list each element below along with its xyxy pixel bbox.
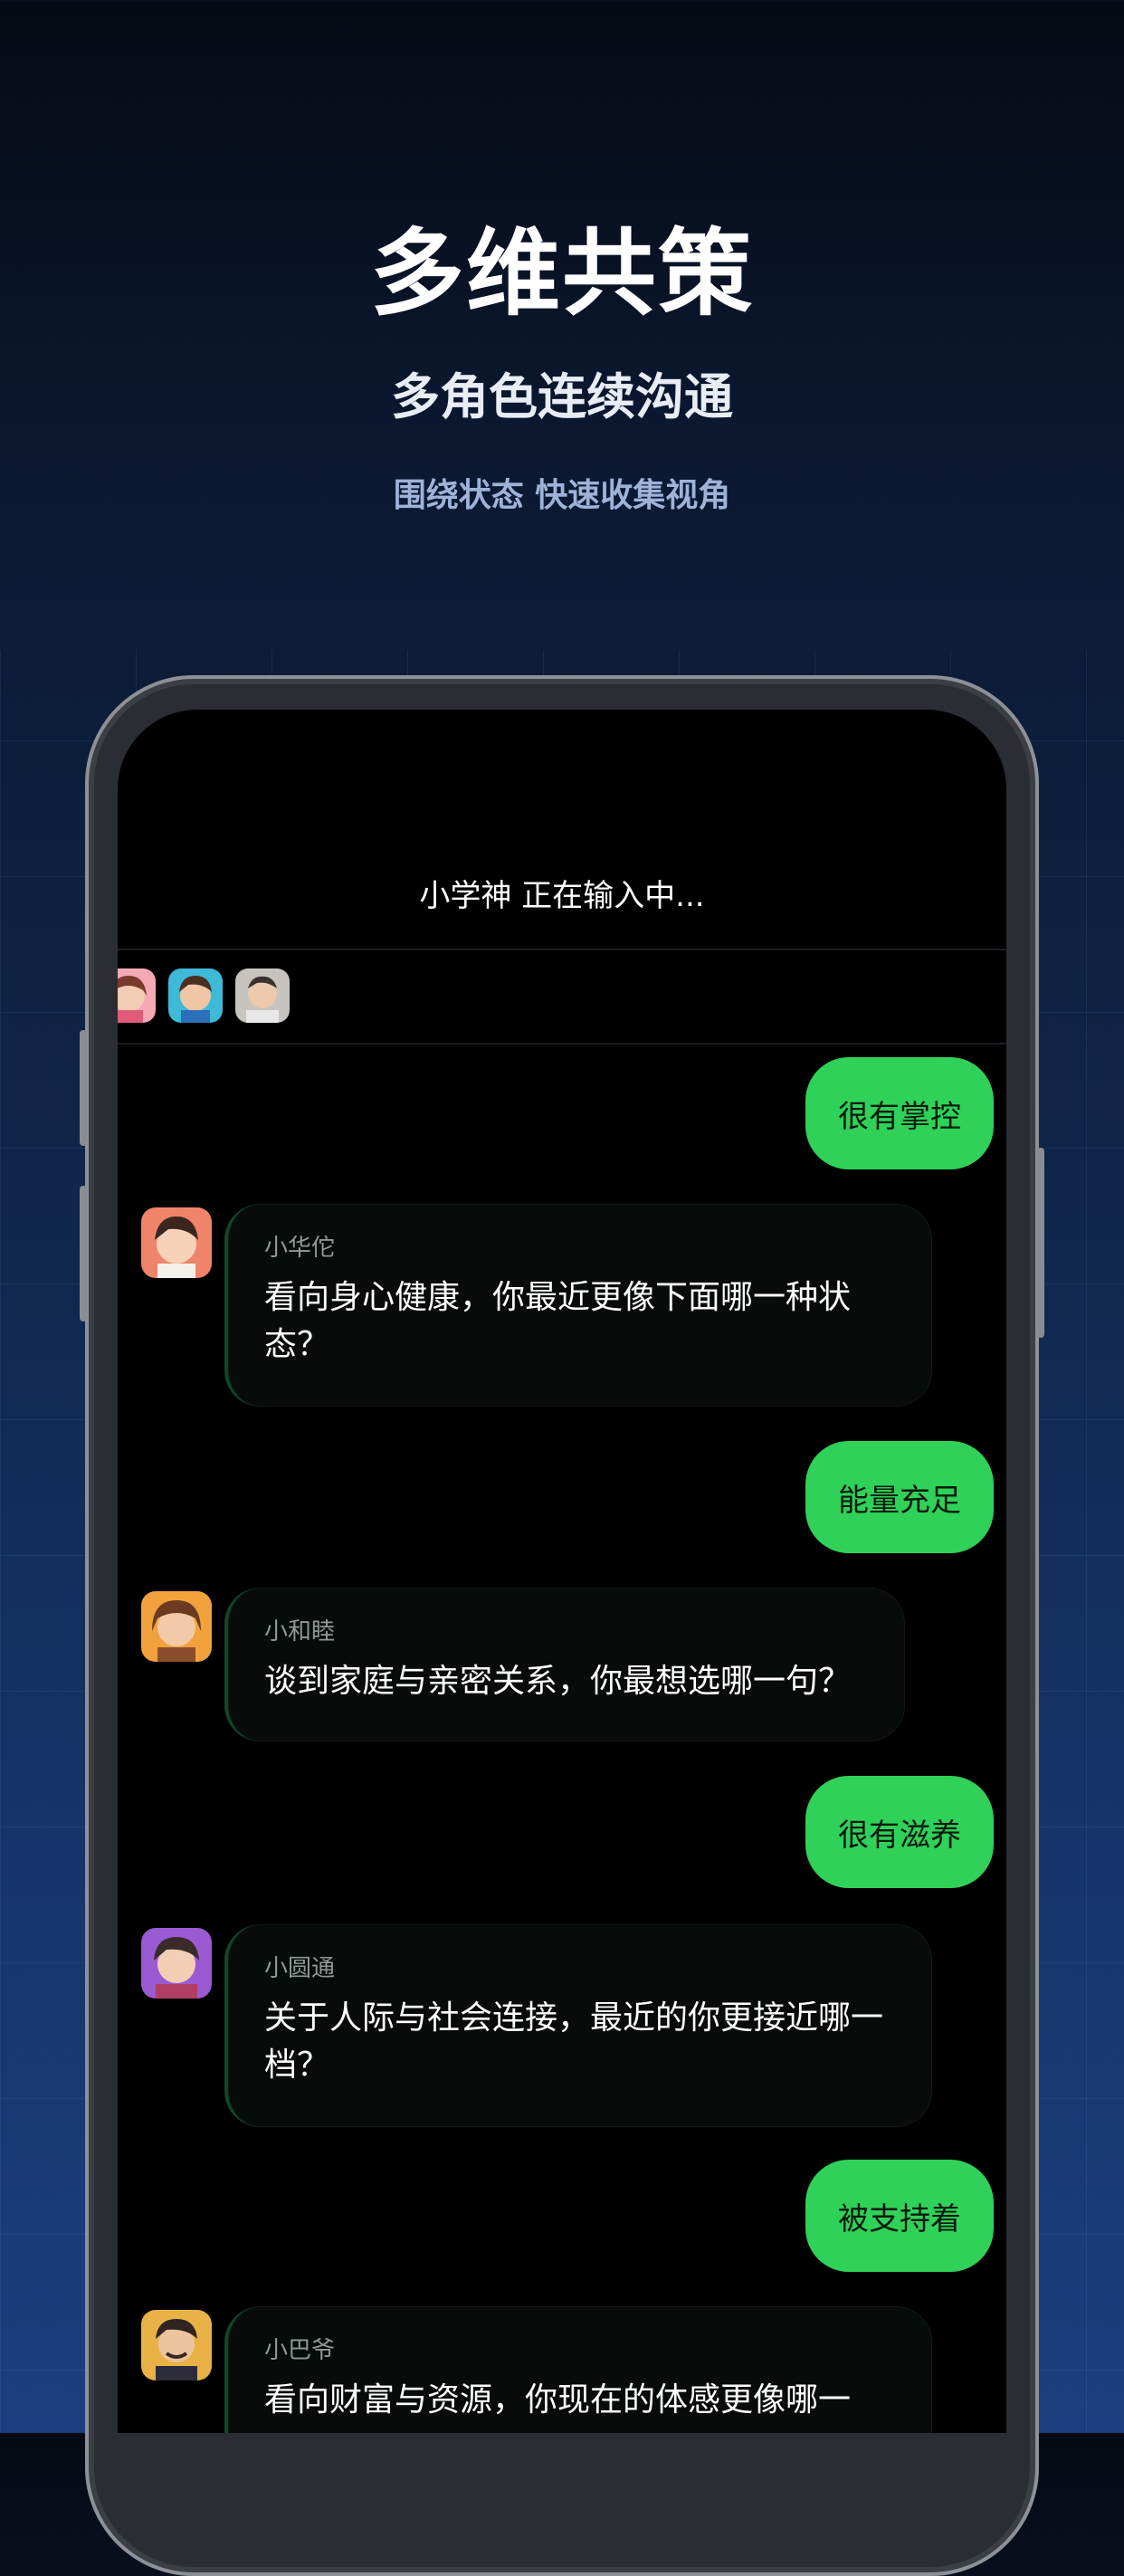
agent-message-bubble: 小巴爷 看向财富与资源，你现在的体感更像哪一 [224, 2306, 932, 2433]
phone-side-button [80, 1186, 87, 1321]
agent-message-bubble: 小华佗 看向身心健康，你最近更像下面哪一种状态？ [224, 1204, 932, 1407]
agent-message-bubble: 小圆通 关于人际与社会连接，最近的你更接近哪一档？ [224, 1924, 932, 2127]
avatar-baye-icon[interactable] [141, 2310, 212, 2380]
agent-name: 小圆通 [264, 1955, 336, 1982]
hero-subtitle: 多角色连续沟通 [391, 368, 733, 425]
phone-side-button [80, 1030, 87, 1146]
avatar-girl-icon[interactable] [118, 968, 156, 1023]
agent-name: 小和睦 [264, 1618, 336, 1646]
avatar-hemu-icon[interactable] [141, 1591, 212, 1662]
divider [118, 1043, 1006, 1045]
agent-message-bubble: 小和睦 谈到家庭与亲密关系，你最想选哪一句？ [224, 1588, 905, 1741]
hero-title: 多维共策 [369, 218, 754, 329]
divider [118, 949, 1006, 950]
user-reply-bubble[interactable]: 很有掌控 [805, 1057, 994, 1169]
avatar-man-icon[interactable] [235, 968, 290, 1023]
avatar-yuantong-icon[interactable] [141, 1928, 212, 1999]
phone-power-button [1037, 1148, 1044, 1338]
user-reply-bubble[interactable]: 很有滋养 [805, 1776, 994, 1888]
avatar-huatuo-icon[interactable] [141, 1207, 212, 1278]
agent-question: 关于人际与社会连接，最近的你更接近哪一档？ [264, 1999, 884, 2084]
agent-question: 看向财富与资源，你现在的体感更像哪一 [264, 2381, 852, 2419]
agent-question: 谈到家庭与亲密关系，你最想选哪一句？ [264, 1663, 852, 1700]
avatar-boy-icon[interactable] [168, 968, 223, 1023]
user-reply-bubble[interactable]: 能量充足 [805, 1441, 994, 1553]
chat-screen: 小学神 正在输入中... 很有掌控 小华佗 看向身心健康，你最近更像下面哪一种状… [118, 710, 1006, 2433]
agent-name: 小华佗 [264, 1235, 336, 1262]
hero-tagline: 围绕状态 快速收集视角 [393, 477, 731, 514]
typing-status: 小学神 正在输入中... [419, 878, 705, 914]
user-reply-bubble[interactable]: 被支持着 [805, 2160, 994, 2272]
agent-name: 小巴爷 [264, 2337, 336, 2364]
agent-question: 看向身心健康，你最近更像下面哪一种状态？ [264, 1279, 852, 1363]
